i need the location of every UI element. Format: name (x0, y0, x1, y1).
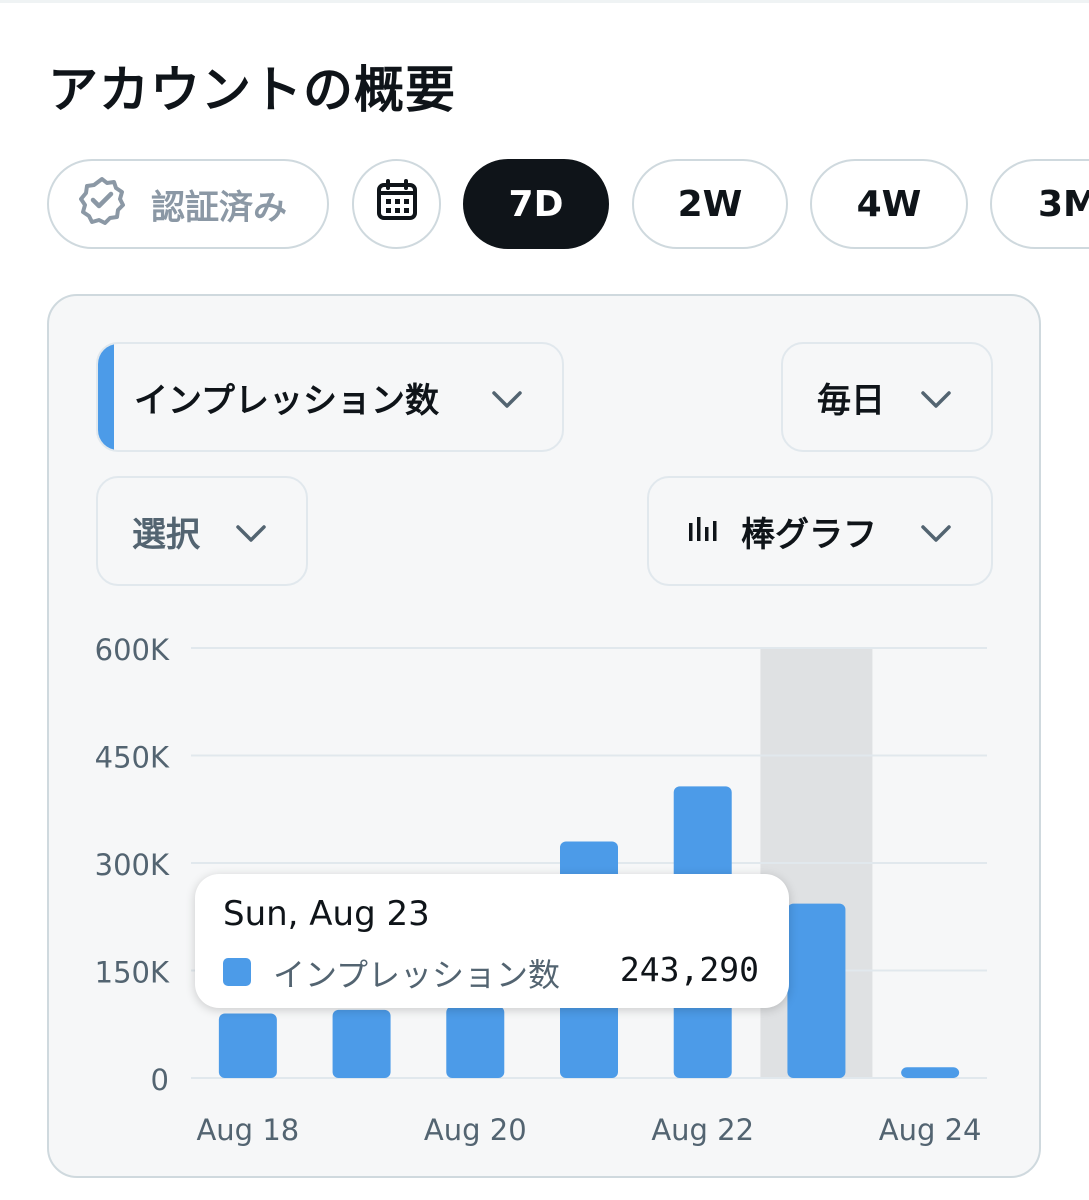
verified-badge-icon (77, 175, 127, 234)
interval-dropdown-label: 毎日 (817, 380, 885, 421)
bar (787, 903, 846, 1078)
range-7d-button[interactable]: 7D (463, 159, 609, 249)
chart-type-dropdown[interactable]: 棒グラフ (647, 476, 993, 586)
chevron-down-icon (490, 382, 524, 425)
chart-tooltip: Sun, Aug 23 インプレッション数 243,290 (195, 874, 789, 1008)
x-tick-label: Aug 24 (879, 1113, 982, 1147)
select-dropdown[interactable]: 選択 (96, 476, 308, 586)
chevron-down-icon (234, 516, 268, 559)
metric-dropdown-label: インプレッション数 (134, 380, 439, 421)
chevron-down-icon (919, 382, 953, 425)
tooltip-series-swatch (223, 958, 251, 986)
bar (332, 1009, 391, 1078)
range-2w-button[interactable]: 2W (632, 159, 788, 249)
top-divider (0, 0, 1089, 3)
verified-filter-button[interactable]: 認証済み (47, 159, 329, 249)
analytics-card: インプレッション数 毎日 選択 棒グラフ 0 150K 300K 450K 60… (47, 294, 1041, 1178)
bar-chart-icon (687, 511, 719, 552)
range-3m-button[interactable]: 3M (990, 159, 1089, 249)
interval-dropdown[interactable]: 毎日 (781, 342, 993, 452)
metric-dropdown[interactable]: インプレッション数 (96, 342, 564, 452)
bar (218, 1013, 277, 1078)
chevron-down-icon (919, 516, 953, 559)
tooltip-series-label: インプレッション数 (273, 956, 561, 994)
x-tick-label: Aug 22 (651, 1113, 754, 1147)
y-tick-label: 0 (151, 1063, 169, 1097)
tooltip-date: Sun, Aug 23 (223, 894, 430, 934)
calendar-icon (375, 178, 419, 231)
metric-color-accent (98, 344, 114, 450)
tooltip-value: 243,290 (619, 950, 759, 989)
bar (446, 1006, 505, 1078)
y-tick-label: 300K (95, 848, 170, 882)
calendar-button[interactable] (352, 159, 441, 249)
range-4w-button[interactable]: 4W (810, 159, 968, 249)
y-tick-label: 600K (95, 633, 170, 667)
page-title: アカウントの概要 (48, 61, 456, 119)
filter-row: 認証済み 7D 2W 4W 3M (0, 159, 1089, 249)
verified-filter-label: 認証済み (151, 187, 287, 228)
select-dropdown-label: 選択 (132, 514, 200, 555)
y-tick-label: 450K (95, 741, 170, 775)
x-tick-label: Aug 20 (424, 1113, 527, 1147)
y-tick-label: 150K (95, 956, 170, 990)
bar (901, 1067, 960, 1078)
chart-type-label: 棒グラフ (741, 514, 877, 555)
x-tick-label: Aug 18 (196, 1113, 299, 1147)
